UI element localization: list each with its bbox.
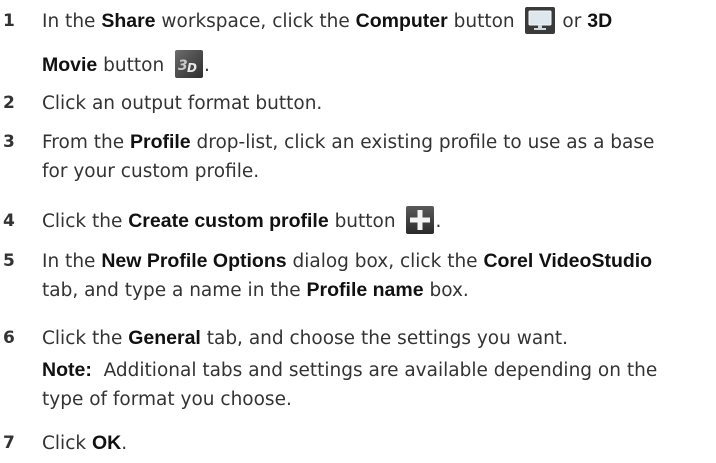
step-number: 2 [3, 93, 15, 113]
bold-term: OK [91, 432, 122, 454]
step-text-line: tab, and type a name in the Profile name… [42, 272, 702, 309]
text-run: . [435, 211, 442, 232]
text-run: box. [423, 280, 469, 301]
bold-term: General [128, 327, 201, 349]
text-run: Click the [42, 211, 129, 232]
bold-term: Movie [42, 54, 98, 76]
step-text-line: Click an output format button. [42, 93, 323, 114]
text-run: workspace, click the [155, 11, 356, 32]
note-label: Note: [42, 359, 92, 381]
text-run: drop-list, click an existing profile to … [190, 132, 655, 153]
step-number: 7 [3, 433, 15, 453]
step-number: 6 [3, 328, 15, 348]
note-line-continued: type of format you choose. [42, 385, 702, 414]
step-number: 4 [3, 211, 15, 231]
bold-term: Profile name [306, 279, 424, 301]
text-run: button [447, 11, 521, 32]
text-run: Click [42, 433, 92, 454]
plus-icon [405, 205, 435, 235]
step-text-line: Movie button 3D. [42, 47, 702, 84]
svg-text:D: D [187, 61, 197, 75]
step-text-line: Click OK. [42, 425, 702, 462]
text-run: tab, and choose the settings you want. [200, 328, 569, 349]
computer-monitor-icon [524, 6, 555, 34]
step-text-line: Click the Create custom profile button . [42, 203, 702, 240]
step-text-line: Click the General tab, and choose the se… [42, 320, 702, 357]
bold-term: 3D [587, 10, 613, 32]
step-text-line: In the Share workspace, click the Comput… [42, 3, 702, 40]
bold-term: New Profile Options [101, 250, 287, 272]
text-run: dialog box, click the [286, 251, 484, 272]
text-run: In the [42, 11, 102, 32]
text-run: or [556, 11, 588, 32]
text-run: In the [42, 251, 102, 272]
text-run: From the [42, 132, 130, 153]
text-run: Click the [42, 328, 129, 349]
note-text: type of format you choose. [42, 389, 292, 410]
step-number: 3 [3, 132, 15, 152]
note-line: Note: Additional tabs and settings are a… [42, 356, 702, 385]
note-text: Additional tabs and settings are availab… [91, 360, 658, 381]
text-run: . [204, 55, 210, 76]
text-run: . [121, 433, 128, 454]
text-run: button [97, 55, 171, 76]
3d-movie-icon: 3D [174, 49, 204, 79]
text-run: tab, and type a name in the [42, 280, 307, 301]
bold-term: Create custom profile [128, 210, 329, 232]
bold-term: Profile [129, 131, 191, 153]
step-text-line: for your custom profile. [42, 161, 260, 182]
bold-term: Corel VideoStudio [483, 250, 653, 272]
step-number: 1 [3, 11, 15, 31]
text-run: button [328, 211, 402, 232]
bold-term: Computer [355, 10, 448, 32]
step-number: 5 [3, 251, 15, 271]
bold-term: Share [101, 10, 156, 32]
